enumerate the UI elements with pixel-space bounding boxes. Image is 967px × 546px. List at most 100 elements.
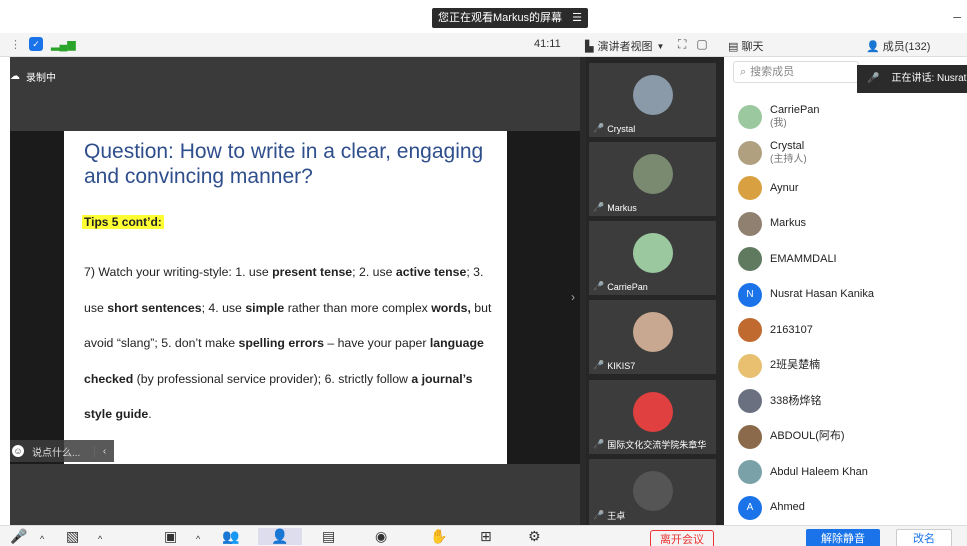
search-placeholder: 搜索成员 bbox=[750, 66, 795, 78]
slide-tips-heading: Tips 5 cont’d: bbox=[82, 215, 164, 229]
emoji-icon[interactable]: ☺ bbox=[12, 445, 24, 457]
chat-icon: ▤ bbox=[728, 41, 739, 53]
member-info: 2班吴楚楠 bbox=[770, 359, 820, 372]
avatar bbox=[738, 389, 762, 413]
mute-icon[interactable]: 🎤 bbox=[10, 528, 27, 545]
video-off-icon[interactable]: ▧ bbox=[66, 528, 79, 545]
record-icon[interactable]: ◉ bbox=[375, 528, 387, 545]
member-name: 338杨烨铭 bbox=[770, 394, 822, 407]
member-list-item[interactable]: CarriePan (我) bbox=[738, 103, 820, 131]
speaking-indicator: 🎤 正在讲话: Nusrat bbox=[857, 65, 967, 93]
member-info: Crystal (主持人) bbox=[770, 140, 807, 166]
video-tile[interactable]: 🎤 王卓 bbox=[589, 459, 716, 525]
member-info: 338杨烨铭 bbox=[770, 395, 821, 408]
member-list-item[interactable]: ABDOUL(阿布) bbox=[738, 423, 845, 451]
speaking-label: 正在讲话: Nusrat bbox=[891, 73, 967, 84]
member-name: Nusrat Hasan Kanika bbox=[770, 288, 874, 300]
avatar bbox=[738, 140, 762, 165]
slide-margin-left bbox=[10, 131, 64, 464]
member-list-item[interactable]: N Nusrat Hasan Kanika bbox=[738, 281, 874, 309]
comment-input[interactable]: ☺ 说点什么... ‹ bbox=[10, 440, 114, 462]
member-search-input[interactable]: ⌕ 搜索成员 bbox=[733, 61, 859, 83]
signal-icon[interactable]: ▂▄▆ bbox=[51, 38, 76, 51]
video-tile[interactable]: 🎤 CarriePan bbox=[589, 221, 716, 295]
slide-text-segment: present tense bbox=[272, 265, 353, 279]
slide-text-segment: ; 4. use bbox=[201, 300, 246, 315]
member-info: ABDOUL(阿布) bbox=[770, 430, 845, 443]
slide-text-segment: ; 2. use bbox=[352, 265, 396, 279]
shield-icon[interactable]: ✓ bbox=[29, 37, 43, 51]
apps-icon[interactable]: ⊞ bbox=[480, 528, 492, 545]
member-info: Ahmed bbox=[770, 501, 805, 514]
mic-icon: 🎤 bbox=[867, 73, 880, 84]
window-icon[interactable]: ▢ bbox=[696, 37, 707, 52]
video-tile-label: 🎤 CarriePan bbox=[593, 281, 648, 292]
mic-icon: 🎤 bbox=[593, 439, 605, 449]
member-list-item[interactable]: 2163107 bbox=[738, 316, 813, 344]
slide-text-segment: 7) Watch your writing-style: 1. use bbox=[84, 265, 273, 279]
member-name: Markus bbox=[770, 217, 807, 229]
video-tile-label: 🎤 国际文化交流学院朱章华 bbox=[593, 438, 706, 451]
more-icon[interactable]: ⋮ bbox=[10, 38, 21, 51]
mic-icon: 🎤 bbox=[593, 510, 605, 520]
member-list-item[interactable]: A Ahmed bbox=[738, 494, 805, 522]
video-options-caret[interactable]: ^ bbox=[98, 534, 102, 544]
member-info: Aynur bbox=[770, 182, 799, 195]
avatar bbox=[633, 392, 673, 432]
minimize-icon[interactable]: – bbox=[953, 8, 961, 24]
chevron-left-icon[interactable]: ‹ bbox=[94, 445, 114, 457]
video-tile[interactable]: 🎤 Markus bbox=[589, 142, 716, 216]
banner-text: 您正在观看Markus的屏幕 bbox=[438, 12, 563, 24]
audio-options-caret[interactable]: ^ bbox=[40, 534, 44, 544]
member-info: CarriePan (我) bbox=[770, 104, 820, 130]
leave-meeting-button[interactable]: 离开会议 bbox=[650, 530, 714, 546]
share-options-caret[interactable]: ^ bbox=[196, 534, 200, 544]
search-icon: ⌕ bbox=[740, 66, 747, 78]
members-icon-active[interactable]: 👤 bbox=[258, 528, 302, 545]
video-tile-label: 🎤 王卓 bbox=[593, 509, 625, 522]
avatar bbox=[633, 471, 673, 511]
share-screen-icon[interactable]: ▣ bbox=[164, 528, 177, 545]
member-list-item[interactable]: 2班吴楚楠 bbox=[738, 352, 820, 380]
settings-icon[interactable]: ⚙ bbox=[528, 528, 541, 545]
member-info: 2163107 bbox=[770, 324, 813, 337]
member-info: EMAMMDALI bbox=[770, 253, 837, 266]
member-info: Abdul Haleem Khan bbox=[770, 466, 868, 479]
member-list-item[interactable]: 338杨烨铭 bbox=[738, 387, 821, 415]
member-list-item[interactable]: Abdul Haleem Khan bbox=[738, 458, 868, 486]
member-name: EMAMMDALI bbox=[770, 252, 837, 265]
avatar bbox=[738, 247, 762, 271]
tab-members-label: 成员(132) bbox=[882, 41, 931, 53]
member-list-item[interactable]: EMAMMDALI bbox=[738, 245, 837, 273]
video-tile[interactable]: 🎤 Crystal bbox=[589, 63, 716, 137]
slide-text-segment: spelling errors bbox=[238, 336, 324, 350]
member-list-item[interactable]: Aynur bbox=[738, 174, 799, 202]
video-tile[interactable]: 🎤 KIKIS7 bbox=[589, 300, 716, 374]
member-name: Crystal bbox=[770, 139, 805, 152]
screen-share-banner: 您正在观看Markus的屏幕 ☰ bbox=[432, 8, 588, 28]
video-tile[interactable]: 🎤 国际文化交流学院朱章华 bbox=[589, 380, 716, 454]
presenter-view-label: 演讲者视图 bbox=[597, 41, 653, 53]
rename-button[interactable]: 改名 bbox=[896, 529, 952, 546]
member-name: 2163107 bbox=[770, 323, 813, 336]
tab-chat[interactable]: ▤ 聊天 bbox=[728, 38, 763, 54]
menu-icon[interactable]: ☰ bbox=[572, 8, 582, 28]
raise-hand-icon[interactable]: ✋ bbox=[430, 528, 447, 545]
mic-icon: 🎤 bbox=[593, 360, 605, 370]
chevron-right-icon[interactable]: › bbox=[571, 290, 575, 304]
unmute-all-button[interactable]: 解除静音 bbox=[806, 529, 880, 546]
chat-bubble-icon[interactable]: ▤ bbox=[322, 528, 335, 545]
avatar bbox=[738, 318, 762, 342]
recording-indicator: ☁ 录制中 bbox=[10, 69, 56, 84]
avatar bbox=[738, 460, 762, 484]
participant-name: 国际文化交流学院朱章华 bbox=[607, 440, 707, 450]
invite-icon[interactable]: 👥 bbox=[222, 528, 239, 545]
slide-text-segment: short sentences bbox=[107, 300, 202, 315]
member-list-item[interactable]: Markus bbox=[738, 210, 806, 238]
avatar bbox=[633, 154, 673, 194]
fullscreen-icon[interactable]: ⛶ bbox=[678, 37, 686, 52]
tab-members[interactable]: 👤 成员(132) bbox=[866, 38, 930, 54]
member-name: Aynur bbox=[770, 181, 799, 194]
presenter-view-dropdown[interactable]: ▙ 演讲者视图 ▼ bbox=[585, 38, 664, 54]
member-list-item[interactable]: Crystal (主持人) bbox=[738, 139, 807, 167]
